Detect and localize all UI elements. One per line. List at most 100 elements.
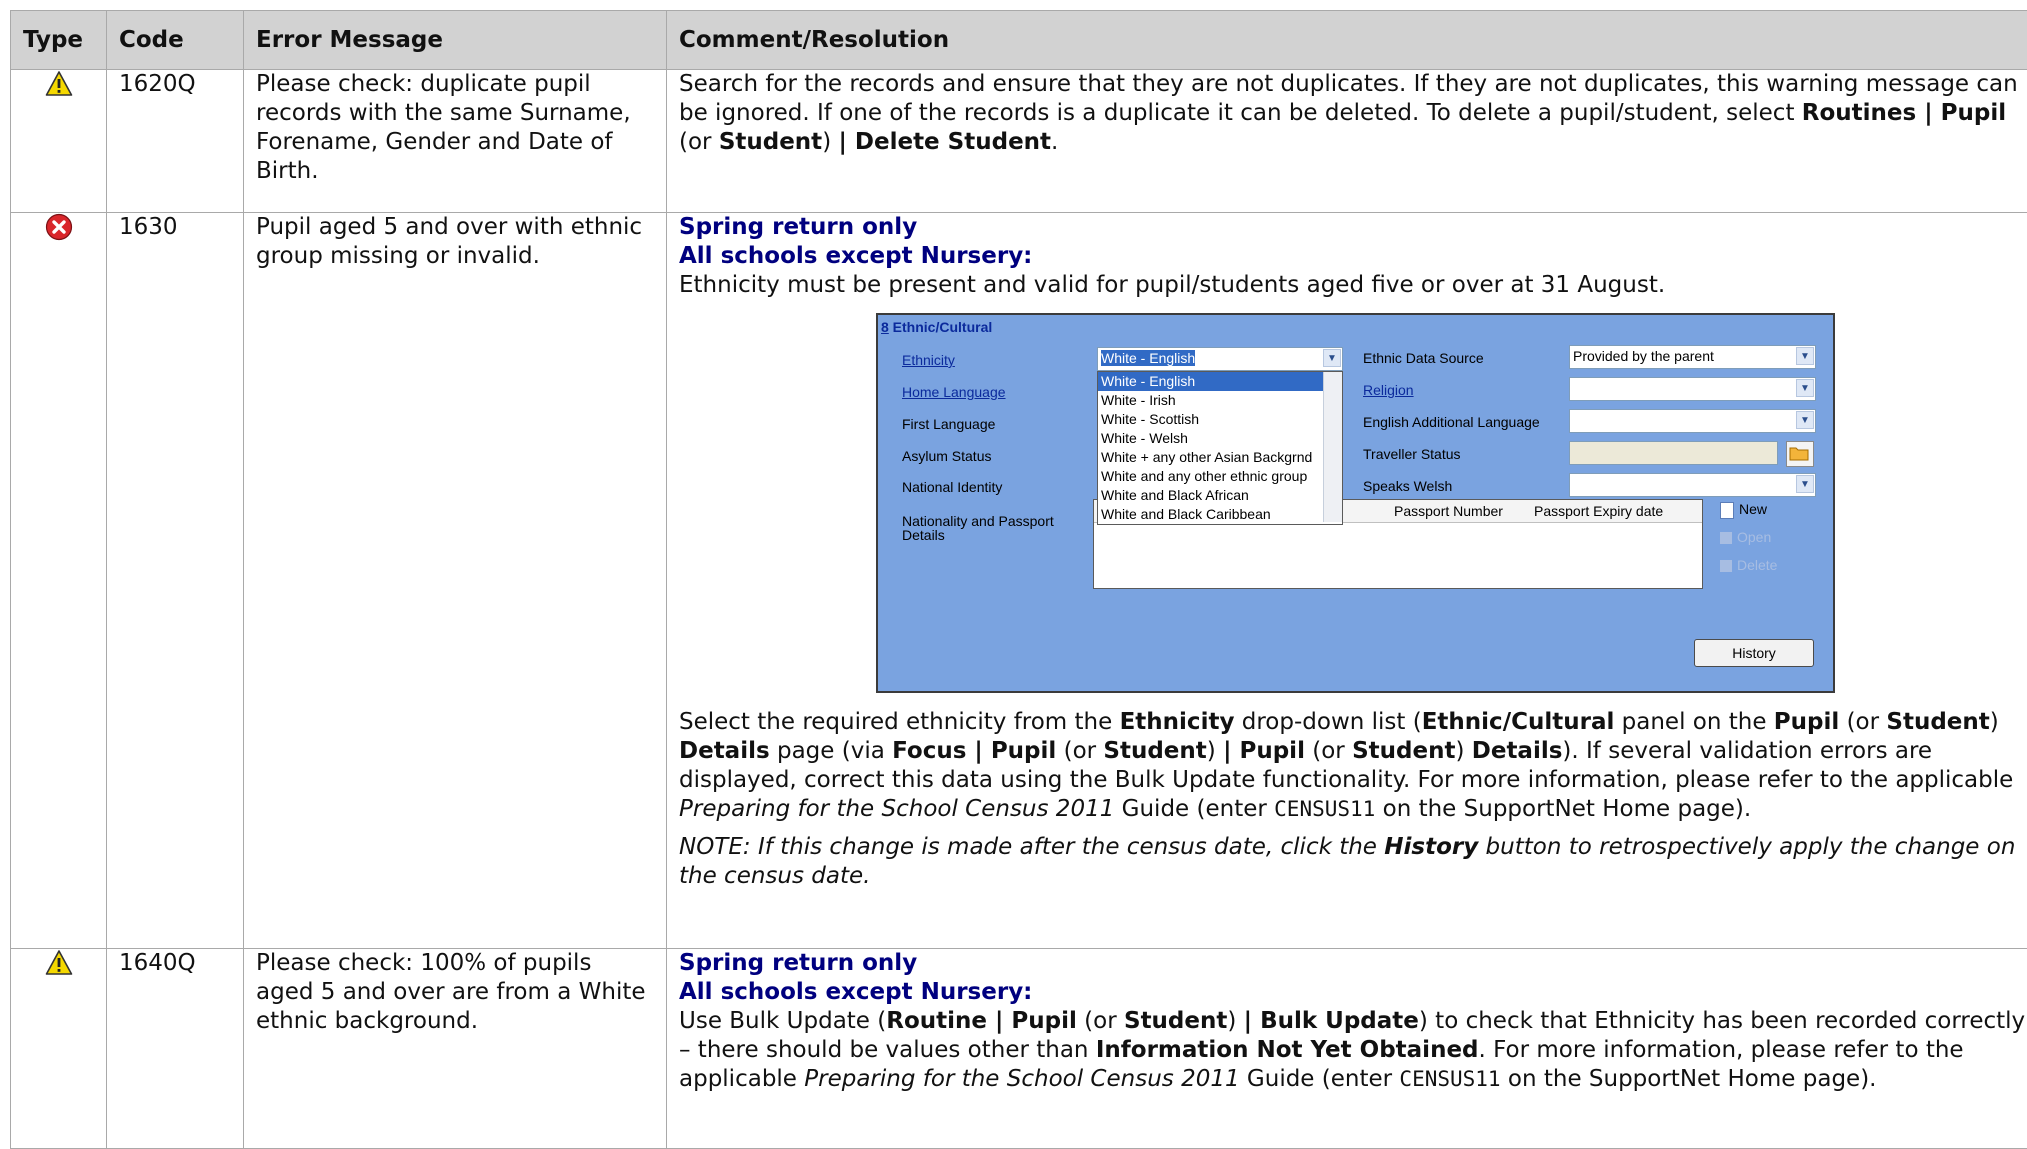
folder-icon[interactable]: [1786, 441, 1814, 467]
supportnet-code: CENSUS11: [1274, 797, 1375, 821]
english-additional-language-dropdown[interactable]: ▼: [1569, 409, 1816, 433]
passport-expiry-header: Passport Expiry date: [1534, 503, 1663, 519]
supportnet-code: CENSUS11: [1399, 1067, 1500, 1091]
text-run: (or: [1077, 1008, 1124, 1034]
bulk-update-instructions: Use Bulk Update (Routine | Pupil (or Stu…: [679, 1007, 2027, 1094]
resolution: Search for the records and ensure that t…: [667, 70, 2027, 213]
open-icon: [1720, 532, 1732, 544]
text-run: on the SupportNet Home page).: [1501, 1066, 1877, 1092]
error-message: Pupil aged 5 and over with ethnic group …: [244, 213, 667, 949]
ui-term: Student: [1124, 1008, 1227, 1034]
text-run: ): [1455, 738, 1471, 764]
delete-label: Delete: [1737, 557, 1777, 573]
new-button[interactable]: New: [1720, 501, 1767, 519]
list-item[interactable]: White and Black African: [1098, 486, 1342, 505]
first-language-label: First Language: [902, 416, 995, 432]
menu-path: Student: [719, 129, 822, 155]
speaks-welsh-dropdown[interactable]: ▼: [1569, 473, 1816, 497]
ethnic-data-source-label: Ethnic Data Source: [1363, 350, 1484, 366]
history-button[interactable]: History: [1694, 639, 1814, 667]
text-run: (or: [1056, 738, 1103, 764]
ui-term: Student: [1103, 738, 1206, 764]
guide-title: Preparing for the School Census 2011: [804, 1066, 1239, 1092]
text-run: drop-down list (: [1234, 709, 1421, 735]
ui-term: Ethnicity: [1120, 709, 1235, 735]
error-code: 1640Q: [107, 949, 244, 1149]
ui-term: Pupil: [1774, 709, 1839, 735]
religion-dropdown[interactable]: ▼: [1569, 377, 1816, 401]
error-message: Please check: duplicate pupil records wi…: [244, 70, 667, 213]
list-item[interactable]: White - Welsh: [1098, 429, 1342, 448]
history-note: NOTE: If this change is made after the c…: [679, 833, 2027, 891]
resolution: Spring return only All schools except Nu…: [667, 213, 2027, 949]
table-row: 1630 Pupil aged 5 and over with ethnic g…: [11, 213, 2027, 949]
text-run: Guide (enter: [1114, 796, 1274, 822]
home-language-label: Home Language: [902, 384, 1006, 400]
ui-term: | Pupil: [1223, 738, 1305, 764]
traveller-status-field[interactable]: [1569, 441, 1778, 465]
ui-term: | Bulk Update: [1244, 1008, 1419, 1034]
list-item[interactable]: White - Irish: [1098, 391, 1342, 410]
ui-term: Student: [1886, 709, 1989, 735]
schools-heading: All schools except Nursery:: [679, 242, 2027, 271]
list-item[interactable]: White - Scottish: [1098, 410, 1342, 429]
ethnic-data-source-value: Provided by the parent: [1573, 348, 1714, 364]
list-item[interactable]: White and Black Caribbean: [1098, 505, 1342, 524]
table-row: 1640Q Please check: 100% of pupils aged …: [11, 949, 2027, 1149]
panel-number: 8: [881, 319, 889, 335]
text-run: ): [822, 129, 838, 155]
text-run: page (via: [770, 738, 892, 764]
religion-label: Religion: [1363, 382, 1414, 398]
type-cell: [11, 949, 107, 1149]
ethnicity-label: Ethnicity: [902, 352, 955, 368]
text-run: (or: [679, 129, 719, 155]
text-run: ): [1990, 709, 1999, 735]
resolution: Spring return only All schools except Nu…: [667, 949, 2027, 1149]
ui-term: Focus | Pupil: [892, 738, 1056, 764]
ethnic-data-source-dropdown[interactable]: Provided by the parent ▼: [1569, 345, 1816, 369]
chevron-down-icon[interactable]: ▼: [1323, 349, 1341, 367]
text-run: panel on the: [1614, 709, 1773, 735]
list-item[interactable]: White + any other Asian Backgrnd: [1098, 448, 1342, 467]
ui-term: History: [1384, 834, 1478, 860]
ui-term: Student: [1352, 738, 1455, 764]
ethnicity-options-list[interactable]: White - English White - Irish White - Sc…: [1097, 371, 1343, 525]
open-button: Open: [1720, 529, 1771, 545]
chevron-down-icon[interactable]: ▼: [1796, 347, 1814, 365]
chevron-down-icon[interactable]: ▼: [1796, 379, 1814, 397]
warning-triangle-icon: [45, 70, 73, 106]
warning-triangle-icon: [45, 949, 73, 985]
text-run: Select the required ethnicity from the: [679, 709, 1120, 735]
header-error-message: Error Message: [244, 11, 667, 70]
header-comment-resolution: Comment/Resolution: [667, 11, 2027, 70]
english-additional-language-label: English Additional Language: [1363, 414, 1540, 430]
ethnicity-requirement: Ethnicity must be present and valid for …: [679, 271, 2027, 300]
new-document-icon: [1720, 502, 1734, 519]
spring-return-heading: Spring return only: [679, 949, 2027, 978]
delete-button: Delete: [1720, 557, 1777, 573]
ethnic-cultural-screenshot: 8 Ethnic/Cultural Ethnicity Home Languag…: [876, 313, 1835, 693]
national-identity-label: National Identity: [902, 479, 1002, 495]
panel-title-text: Ethnic/Cultural: [889, 319, 992, 335]
ui-term: Routine | Pupil: [886, 1008, 1077, 1034]
delete-icon: [1720, 560, 1732, 572]
list-item[interactable]: White - English: [1098, 372, 1342, 391]
speaks-welsh-label: Speaks Welsh: [1363, 478, 1452, 494]
error-x-icon: [45, 213, 73, 249]
text-run: Guide (enter: [1240, 1066, 1400, 1092]
chevron-down-icon[interactable]: ▼: [1796, 475, 1814, 493]
list-item[interactable]: White and any other ethnic group: [1098, 467, 1342, 486]
ethnicity-instructions: Select the required ethnicity from the E…: [679, 708, 2027, 824]
text-run: ): [1227, 1008, 1243, 1034]
text-run: NOTE: If this change is made after the c…: [679, 834, 1384, 860]
open-label: Open: [1737, 529, 1771, 545]
list-scrollbar[interactable]: [1323, 372, 1342, 522]
ui-term: Ethnic/Cultural: [1422, 709, 1615, 735]
ethnicity-dropdown[interactable]: White - English ▼: [1097, 347, 1343, 371]
header-type: Type: [11, 11, 107, 70]
new-label: New: [1739, 501, 1767, 517]
chevron-down-icon[interactable]: ▼: [1796, 411, 1814, 429]
resolution-text: Search for the records and ensure that t…: [679, 70, 2027, 157]
guide-title: Preparing for the School Census 2011: [679, 796, 1114, 822]
schools-heading: All schools except Nursery:: [679, 978, 2027, 1007]
